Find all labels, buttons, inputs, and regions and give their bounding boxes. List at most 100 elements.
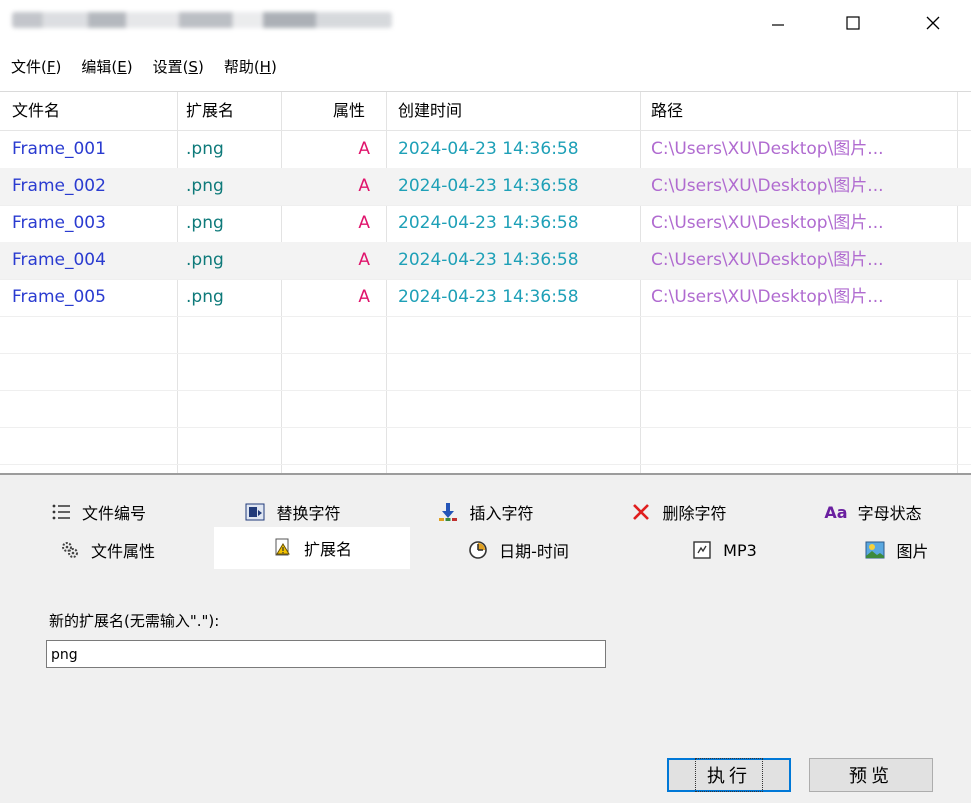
menu-settings-accel: S	[188, 58, 198, 76]
tab-label: 日期-时间	[499, 542, 569, 561]
menu-settings-label: 设置(	[152, 58, 189, 76]
menu-edit-end: )	[126, 58, 133, 76]
list-icon	[50, 501, 72, 523]
tab-file-attributes[interactable]: 文件属性	[0, 531, 214, 569]
preview-button[interactable]: 预览	[809, 758, 933, 792]
tab-label: MP3	[723, 540, 757, 560]
tab-label: 图片	[896, 542, 929, 561]
tab-label: 字母状态	[857, 504, 922, 523]
maximize-icon	[846, 16, 860, 30]
header-filename[interactable]: 文件名	[12, 92, 60, 130]
tab-row-1: 文件编号 替换字符 插入字符 删除字符 Aa 字母状态	[0, 493, 971, 531]
file-table[interactable]: 文件名 扩展名 属性 创建时间 路径 Frame_001 .png A 2024…	[0, 91, 971, 474]
menu-file[interactable]: 文件(F)	[0, 54, 71, 80]
tab-delete-chars[interactable]: 删除字符	[582, 493, 775, 531]
menu-help-accel: H	[259, 58, 271, 76]
tab-label: 删除字符	[662, 504, 727, 523]
insert-icon	[437, 501, 459, 523]
cell-filename: Frame_005	[12, 287, 106, 307]
menu-help-end: )	[270, 58, 277, 76]
menu-bar: 文件(F) 编辑(E) 设置(S) 帮助(H)	[0, 54, 287, 80]
cell-filename: Frame_004	[12, 250, 106, 270]
menu-help-label: 帮助(	[223, 58, 260, 76]
cell-extension: .png	[186, 213, 224, 233]
tab-file-numbering[interactable]: 文件编号	[0, 493, 196, 531]
clock-icon	[467, 539, 489, 561]
menu-edit-accel: E	[117, 58, 127, 76]
empty-row	[0, 353, 971, 391]
menu-edit[interactable]: 编辑(E)	[71, 54, 142, 80]
execute-button-label: 执行	[695, 758, 763, 792]
picture-icon	[864, 539, 886, 561]
tab-insert-chars[interactable]: 插入字符	[389, 493, 582, 531]
menu-settings[interactable]: 设置(S)	[143, 54, 214, 80]
title-bar	[0, 0, 971, 48]
table-header: 文件名 扩展名 属性 创建时间 路径	[0, 92, 971, 131]
header-attributes[interactable]: 属性	[333, 92, 365, 130]
replace-icon	[244, 501, 266, 523]
cell-path: C:\Users\XU\Desktop\图片...	[651, 176, 884, 196]
tab-label: 插入字符	[469, 504, 534, 523]
attributes-icon	[59, 539, 81, 561]
cell-attributes: A	[358, 287, 370, 307]
cell-extension: .png	[186, 176, 224, 196]
cell-filename: Frame_002	[12, 176, 106, 196]
cell-created: 2024-04-23 14:36:58	[398, 213, 579, 233]
minimize-button[interactable]	[755, 0, 801, 46]
table-row[interactable]: Frame_005 .png A 2024-04-23 14:36:58 C:\…	[0, 279, 971, 317]
cell-created: 2024-04-23 14:36:58	[398, 176, 579, 196]
cell-attributes: A	[358, 213, 370, 233]
empty-row	[0, 316, 971, 354]
cell-path: C:\Users\XU\Desktop\图片...	[651, 287, 884, 307]
cell-extension: .png	[186, 287, 224, 307]
new-extension-input[interactable]: png	[46, 640, 606, 668]
menu-settings-end: )	[197, 58, 204, 76]
cell-attributes: A	[358, 176, 370, 196]
empty-row	[0, 390, 971, 428]
cell-filename: Frame_001	[12, 139, 106, 159]
close-button[interactable]	[910, 0, 956, 46]
tab-letter-case[interactable]: Aa 字母状态	[775, 493, 971, 531]
close-icon	[926, 16, 940, 30]
cell-extension: .png	[186, 250, 224, 270]
header-extension[interactable]: 扩展名	[186, 92, 234, 130]
tab-extension[interactable]: 扩展名	[214, 527, 410, 569]
cell-attributes: A	[358, 139, 370, 159]
delete-icon	[630, 501, 652, 523]
extension-icon	[272, 537, 294, 559]
preview-button-label: 预览	[849, 766, 893, 787]
table-row[interactable]: Frame_003 .png A 2024-04-23 14:36:58 C:\…	[0, 205, 971, 243]
table-row[interactable]: Frame_002 .png A 2024-04-23 14:36:58 C:\…	[0, 168, 971, 206]
operation-panel: 文件编号 替换字符 插入字符 删除字符 Aa 字母状态 文件属性 扩展名 日期-…	[0, 475, 971, 803]
tab-row-2: 文件属性 扩展名 日期-时间 MP3 图片	[0, 527, 971, 569]
tab-mp3[interactable]: MP3	[626, 531, 822, 569]
cell-path: C:\Users\XU\Desktop\图片...	[651, 213, 884, 233]
window-title-blurred	[12, 12, 392, 28]
tab-replace-chars[interactable]: 替换字符	[196, 493, 389, 531]
cell-path: C:\Users\XU\Desktop\图片...	[651, 139, 884, 159]
maximize-button[interactable]	[830, 0, 876, 46]
minimize-icon	[772, 24, 784, 26]
header-created[interactable]: 创建时间	[398, 92, 462, 130]
cell-extension: .png	[186, 139, 224, 159]
new-extension-label: 新的扩展名(无需输入"."):	[49, 612, 220, 630]
table-row[interactable]: Frame_004 .png A 2024-04-23 14:36:58 C:\…	[0, 242, 971, 280]
cell-path: C:\Users\XU\Desktop\图片...	[651, 250, 884, 270]
tab-label: 扩展名	[303, 540, 352, 559]
tab-date-time[interactable]: 日期-时间	[410, 531, 626, 569]
cell-created: 2024-04-23 14:36:58	[398, 139, 579, 159]
menu-file-label: 文件(	[11, 58, 47, 76]
tab-label: 文件属性	[90, 542, 155, 561]
tab-label: 替换字符	[276, 504, 341, 523]
menu-file-accel: F	[46, 58, 56, 76]
table-row[interactable]: Frame_001 .png A 2024-04-23 14:36:58 C:\…	[0, 131, 971, 169]
header-path[interactable]: 路径	[651, 92, 683, 130]
cell-attributes: A	[358, 250, 370, 270]
cell-created: 2024-04-23 14:36:58	[398, 250, 579, 270]
menu-file-end: )	[55, 58, 62, 76]
tab-picture[interactable]: 图片	[822, 531, 971, 569]
cell-created: 2024-04-23 14:36:58	[398, 287, 579, 307]
menu-help[interactable]: 帮助(H)	[214, 54, 287, 80]
empty-row	[0, 427, 971, 465]
execute-button[interactable]: 执行	[667, 758, 791, 792]
